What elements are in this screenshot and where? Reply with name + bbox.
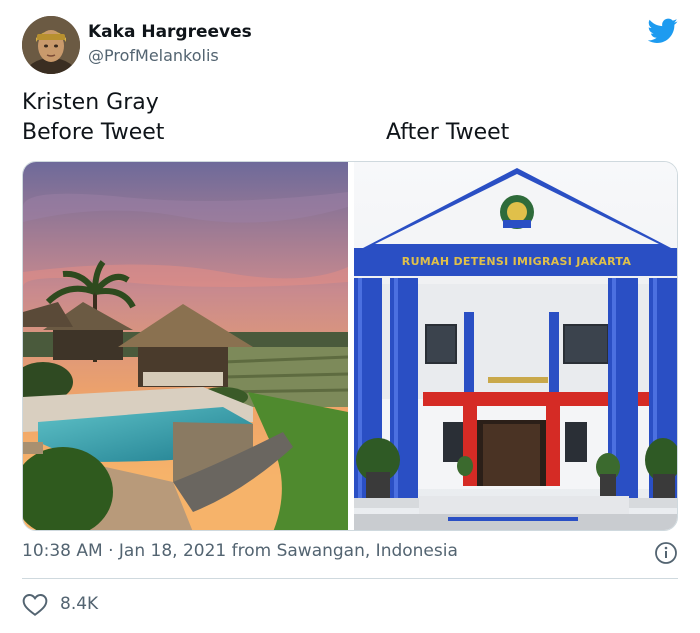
like-count[interactable]: 8.4K bbox=[60, 594, 98, 614]
divider bbox=[22, 578, 678, 579]
detention-building-image bbox=[354, 162, 677, 530]
resort-image bbox=[23, 162, 349, 530]
tweet-media[interactable]: RUMAH DETENSI IMIGRASI JAKARTA bbox=[22, 161, 678, 531]
heart-icon[interactable] bbox=[22, 593, 48, 617]
author-name[interactable]: Kaka Hargreeves bbox=[88, 22, 252, 42]
tweet-line-after: After Tweet bbox=[386, 120, 510, 145]
tweet-line-before: Before Tweet bbox=[22, 120, 165, 145]
author-handle[interactable]: @ProfMelankolis bbox=[88, 46, 219, 65]
tweet-body: Kristen Gray Before Tweet bbox=[22, 88, 164, 148]
avatar[interactable] bbox=[22, 16, 80, 74]
tweet-timestamp[interactable]: 10:38 AM · Jan 18, 2021 from Sawangan, I… bbox=[22, 541, 458, 561]
info-icon[interactable] bbox=[654, 541, 678, 565]
tweet-line-name: Kristen Gray bbox=[22, 90, 159, 115]
twitter-bird-icon[interactable] bbox=[647, 18, 678, 44]
building-sign-text: RUMAH DETENSI IMIGRASI JAKARTA bbox=[401, 255, 632, 268]
